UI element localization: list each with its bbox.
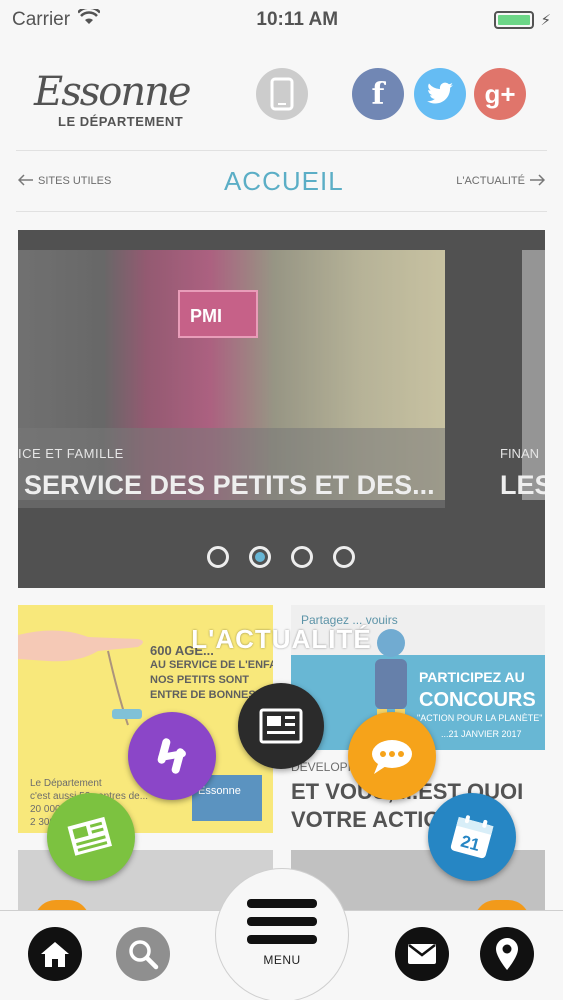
news-icon[interactable]	[238, 683, 324, 769]
map-pin-icon[interactable]	[480, 927, 534, 981]
menu-button[interactable]: MENU	[215, 868, 349, 1000]
newspaper-icon[interactable]	[47, 793, 135, 881]
home-icon[interactable]	[28, 927, 82, 981]
mail-icon[interactable]	[395, 927, 449, 981]
calendar-icon[interactable]: 21	[428, 793, 516, 881]
search-icon[interactable]	[116, 927, 170, 981]
chat-icon[interactable]	[348, 712, 436, 800]
menu-overlay[interactable]	[0, 0, 563, 910]
hashtag-icon[interactable]	[128, 712, 216, 800]
menu-label: MENU	[263, 953, 301, 967]
radial-menu-label: L'ACTUALITÉ	[191, 624, 372, 654]
hamburger-icon	[247, 899, 317, 953]
